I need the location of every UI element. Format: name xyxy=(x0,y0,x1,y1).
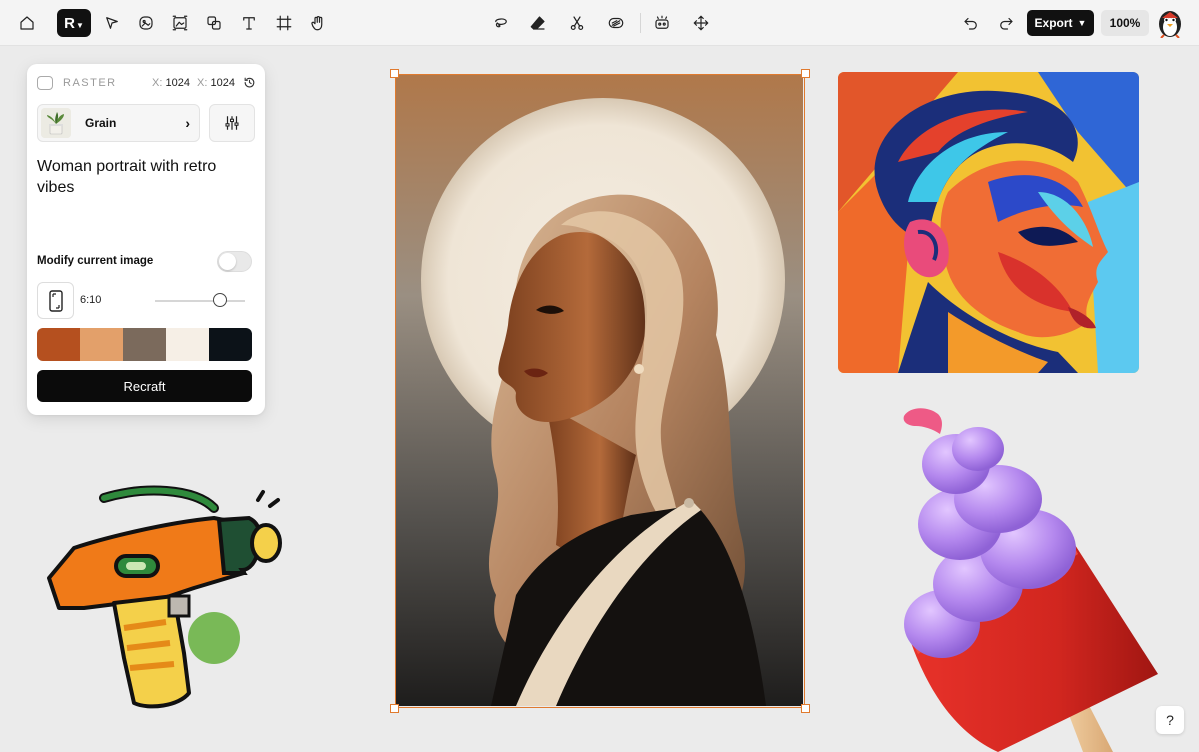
width-field[interactable]: X: 1024 xyxy=(152,77,190,89)
hand-icon[interactable] xyxy=(303,8,333,38)
selected-portrait-image[interactable] xyxy=(390,69,810,713)
width-key: X: xyxy=(152,77,163,89)
toggle-knob xyxy=(219,253,236,270)
color-swatch[interactable] xyxy=(80,328,123,361)
color-swatch[interactable] xyxy=(123,328,166,361)
vectorize-icon[interactable] xyxy=(601,8,631,38)
mode-label: RASTER xyxy=(63,77,117,89)
slider-handle[interactable] xyxy=(212,293,227,307)
history-icon[interactable] xyxy=(243,76,256,89)
woman-portrait-artwork xyxy=(396,75,803,706)
aspect-ratio-slider[interactable] xyxy=(155,300,245,302)
panel-header: RASTER X: 1024 X: 1024 xyxy=(37,74,257,92)
pop-art-man-artwork xyxy=(838,72,1139,373)
toolbar-divider xyxy=(640,13,641,33)
chevron-down-icon: ▼ xyxy=(75,20,84,30)
lasso-icon[interactable] xyxy=(486,8,516,38)
drill-illustration xyxy=(47,485,282,709)
crop-frame-icon[interactable] xyxy=(269,8,299,38)
logo-menu-button[interactable]: R ▼ xyxy=(57,9,91,37)
pointer-icon[interactable] xyxy=(97,8,127,38)
ice-cream-illustration xyxy=(903,408,1158,752)
chevron-down-icon: ▼ xyxy=(1077,18,1087,28)
frame-image-icon[interactable] xyxy=(165,8,195,38)
resize-handle-bottom-right[interactable] xyxy=(801,704,810,713)
pop-art-portrait-image[interactable] xyxy=(838,72,1139,373)
style-thumbnail xyxy=(41,108,71,138)
aspect-ratio-label: 6:10 xyxy=(80,294,102,306)
ice-cream-3d-image[interactable] xyxy=(878,404,1158,752)
color-swatch[interactable] xyxy=(37,328,80,361)
prompt-input[interactable]: Woman portrait with retro vibes xyxy=(37,156,255,198)
redo-icon[interactable] xyxy=(991,8,1021,38)
color-palette xyxy=(37,328,252,361)
portrait-frame-icon xyxy=(48,289,63,312)
sliders-icon xyxy=(225,116,239,130)
layers-icon[interactable] xyxy=(199,8,229,38)
group-icon[interactable] xyxy=(647,8,677,38)
home-icon[interactable] xyxy=(12,8,42,38)
height-key: X: xyxy=(197,77,208,89)
height-field[interactable]: X: 1024 xyxy=(197,77,235,89)
style-name: Grain xyxy=(85,116,117,130)
help-button[interactable]: ? xyxy=(1156,706,1184,734)
height-value: 1024 xyxy=(210,77,235,89)
export-label: Export xyxy=(1034,16,1073,30)
drill-sticker-image[interactable] xyxy=(44,478,284,714)
undo-icon[interactable] xyxy=(956,8,986,38)
image-edit-icon[interactable] xyxy=(131,8,161,38)
aspect-ratio-button[interactable] xyxy=(37,282,74,319)
export-button[interactable]: Export ▼ xyxy=(1027,10,1094,36)
zoom-level-button[interactable]: 100% xyxy=(1101,10,1149,36)
move-icon[interactable] xyxy=(686,8,716,38)
raster-icon xyxy=(37,76,53,90)
modify-label: Modify current image xyxy=(37,255,154,267)
color-swatch[interactable] xyxy=(209,328,252,361)
recraft-button[interactable]: Recraft xyxy=(37,370,252,402)
width-value: 1024 xyxy=(165,77,190,89)
logo-letter: R xyxy=(64,14,75,32)
style-selector[interactable]: Grain › xyxy=(37,104,200,142)
text-icon[interactable] xyxy=(234,8,264,38)
chevron-right-icon: › xyxy=(185,115,190,131)
resize-handle-top-right[interactable] xyxy=(801,69,810,78)
eraser-icon[interactable] xyxy=(523,8,553,38)
generation-panel: RASTER X: 1024 X: 1024 Grain › Woman por… xyxy=(27,64,265,415)
resize-handle-bottom-left[interactable] xyxy=(390,704,399,713)
resize-handle-top-left[interactable] xyxy=(390,69,399,78)
color-swatch[interactable] xyxy=(166,328,209,361)
top-toolbar: R ▼ Export ▼ 100% xyxy=(0,0,1199,46)
settings-sliders-button[interactable] xyxy=(209,104,255,142)
scissors-icon[interactable] xyxy=(562,8,592,38)
modify-toggle[interactable] xyxy=(217,251,252,272)
avatar[interactable] xyxy=(1156,8,1184,39)
